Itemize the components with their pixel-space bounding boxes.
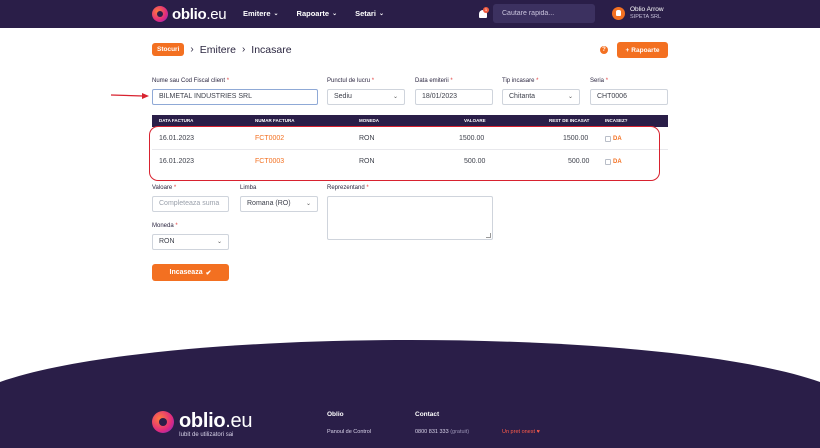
limba-select[interactable]: Romana (RO) ⌄ [240, 196, 318, 212]
plus-icon: + [625, 46, 630, 54]
seria-input[interactable]: CHT0006 [590, 89, 668, 105]
breadcrumb: Stocuri › Emitere › Incasare [152, 43, 292, 56]
main-nav: Emitere ⌄ Rapoarte ⌄ Setari ⌄ [243, 9, 384, 18]
nav-rapoarte[interactable]: Rapoarte ⌄ [297, 9, 338, 18]
valoare-label: Valoare * [152, 185, 177, 191]
client-label: Nume sau Cod Fiscal client * [152, 78, 230, 84]
notification-badge: 1 [483, 7, 489, 13]
bell-icon[interactable]: 1 [478, 7, 489, 19]
chevron-down-icon: ⌄ [273, 11, 279, 17]
oblio-logo[interactable]: oblio.eu [152, 5, 227, 23]
check-icon: ✔ [205, 269, 212, 277]
footer-love-text: Un pret onest ♥ [502, 429, 540, 435]
chevron-down-icon: ⌄ [567, 94, 573, 100]
footer-background [0, 340, 820, 448]
breadcrumb-separator: › [190, 44, 194, 55]
top-navbar: oblio.eu Emitere⌄ Rapoarte⌄ Setari⌄ 1 Ob… [0, 0, 820, 28]
chevron-down-icon: ⌄ [392, 94, 398, 100]
heart-icon: ♥ [536, 429, 540, 435]
user-name: Oblio Arrow [630, 6, 664, 13]
valoare-input[interactable]: Completeaza suma [152, 196, 229, 212]
chevron-down-icon: ⌄ [305, 201, 311, 207]
user-company: SIPETA SRL [630, 13, 662, 20]
annotation-highlight [149, 126, 660, 181]
rapoarte-label: Rapoarte [631, 46, 660, 54]
help-icon[interactable]: ? [600, 46, 608, 54]
punct-label: Punctul de lucru * [327, 78, 375, 84]
punct-select[interactable]: Sediu ⌄ [327, 89, 405, 105]
chevron-down-icon: ⌄ [332, 11, 338, 17]
stocuri-button[interactable]: Stocuri [152, 43, 185, 56]
user-info: Oblio Arrow SIPETA SRL [630, 6, 664, 21]
incaseaza-button[interactable]: Incaseaza ✔ [152, 264, 229, 281]
seria-label: Seria * [590, 78, 609, 84]
rapoarte-button[interactable]: + Rapoarte [617, 42, 668, 58]
footer-col-oblio-title: Oblio [327, 411, 344, 418]
moneda-select[interactable]: RON ⌄ [152, 234, 229, 250]
nav-setari[interactable]: Setari ⌄ [355, 9, 384, 18]
breadcrumb-incasare: Incasare [251, 43, 292, 56]
moneda-label: Moneda * [152, 223, 178, 229]
breadcrumb-emitere[interactable]: Emitere [200, 44, 236, 56]
oblio-logo-icon [152, 410, 174, 433]
footer-tagline: Iubit de utilizatori sai [179, 432, 234, 438]
date-input[interactable]: 18/01/2023 [415, 89, 493, 105]
reprezentand-label: Reprezentand * [327, 185, 369, 191]
footer-col-contact-title: Contact [415, 411, 440, 418]
annotation-arrow-icon [110, 93, 149, 99]
breadcrumb-separator: › [241, 44, 246, 55]
quick-search-input[interactable] [493, 4, 595, 23]
user-menu[interactable]: Oblio Arrow SIPETA SRL [612, 6, 664, 21]
chevron-down-icon: ⌄ [378, 11, 384, 17]
logo-text: oblio.eu [172, 5, 227, 23]
tip-select[interactable]: Chitanta ⌄ [502, 89, 580, 105]
tip-label: Tip incasare * [502, 78, 539, 84]
client-input[interactable]: BILMETAL INDUSTRIES SRL [152, 89, 318, 105]
oblio-logo-icon [152, 6, 168, 22]
footer-logo[interactable]: oblio.eu [152, 410, 252, 433]
limba-label: Limba [240, 185, 257, 191]
footer-link-cut [327, 444, 367, 448]
resize-grip-icon[interactable] [486, 233, 491, 238]
nav-emitere[interactable]: Emitere ⌄ [243, 9, 279, 18]
footer-logo-text: oblio.eu [179, 410, 253, 432]
footer-phone[interactable]: 0800 831 333 (gratuit) [415, 429, 469, 435]
user-avatar-icon [612, 7, 625, 20]
data-label: Data emiterii * [415, 78, 453, 84]
footer-link-panoul[interactable]: Panoul de Control [327, 429, 371, 435]
incaseaza-label: Incaseaza [169, 269, 203, 276]
reprezentand-textarea[interactable] [327, 196, 493, 240]
chevron-down-icon: ⌄ [216, 239, 222, 245]
